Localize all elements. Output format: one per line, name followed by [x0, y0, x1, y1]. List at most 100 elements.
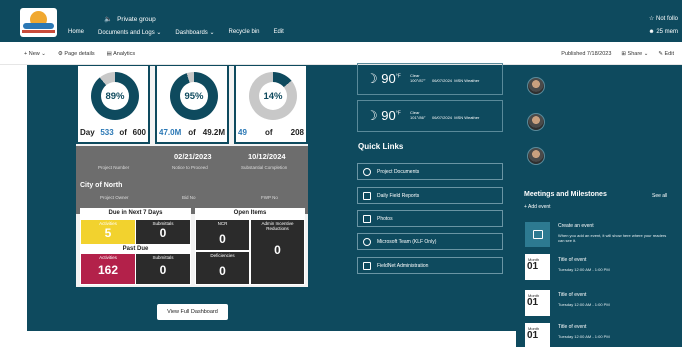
kpi-num: 533	[100, 128, 114, 137]
project-info-panel: 02/21/2023 10/12/2024 Project Number Not…	[76, 146, 308, 214]
event-title[interactable]: Title of event	[558, 324, 586, 330]
members-button[interactable]: ☻ 25 mem	[648, 29, 678, 35]
page-details-button[interactable]: ⚙ Page details	[58, 51, 95, 57]
quick-link-label: Microsoft Team (KLF Only)	[377, 238, 437, 245]
event-date: Month 01	[525, 290, 550, 316]
event-day: 01	[527, 330, 539, 341]
project-number-label: Project Number	[98, 165, 130, 170]
command-bar: + New ⌄ ⚙ Page details ▤ Analytics Publi…	[0, 42, 682, 65]
event-date: Month 01	[525, 323, 550, 347]
share-button[interactable]: ⊞ Share ⌄	[621, 51, 648, 57]
open-items-title: Open Items	[233, 210, 267, 216]
avatar[interactable]	[527, 77, 545, 95]
quick-link-project-documents[interactable]: Project Documents	[357, 163, 503, 180]
chart-icon: ▤	[106, 51, 112, 57]
chevron-down-icon: ⌄	[209, 30, 215, 36]
completion-date: 10/12/2024	[248, 152, 286, 161]
chevron-down-icon: ⌄	[41, 51, 46, 57]
fwp-label: FWP No	[261, 195, 278, 200]
published-status: Published 7/18/2023	[561, 51, 612, 57]
calendar-icon	[525, 222, 550, 247]
event-day: 01	[527, 261, 539, 272]
view-full-dashboard-button[interactable]: View Full Dashboard	[157, 304, 228, 320]
project-dashboard: 89% Day 533 of 600 95% 47.0M of 49.2M 14% 49 o…	[76, 66, 308, 287]
kpi-total: 208	[290, 128, 304, 137]
nav-dashboards-label: Dashboards	[175, 30, 208, 36]
share-label: Share	[627, 51, 643, 57]
new-label: New	[28, 51, 40, 57]
past-due-activities[interactable]: Activities 162	[81, 254, 135, 284]
kpi-percent: 95%	[180, 82, 208, 110]
add-event-button[interactable]: + Add event	[524, 204, 551, 210]
weather-unit: °F	[395, 73, 401, 80]
logo-wave-icon	[23, 23, 54, 29]
avatar[interactable]	[527, 113, 545, 131]
new-button[interactable]: + New ⌄	[24, 51, 46, 57]
nav-edit[interactable]: Edit	[274, 29, 284, 36]
site-nav: Home Documents and Logs ⌄ Dashboards ⌄ R…	[68, 29, 284, 36]
weather-range: 101°/86°	[410, 115, 426, 120]
weather-card[interactable]: ☽ 90°F Clear 101°/86° 06/07/2024 MSN Weat…	[357, 100, 503, 132]
person-icon: ☻	[648, 29, 655, 35]
deficiencies-cell[interactable]: Deficiencies 0	[196, 252, 249, 284]
open-items-panel: Open Items NCR 0 Admin Incentive Reducti…	[195, 208, 305, 285]
quick-links-title: Quick Links	[358, 142, 404, 151]
speaker-icon: 🔈	[104, 16, 113, 23]
see-all-link[interactable]: See all	[652, 193, 667, 199]
progress-ring: 95%	[170, 72, 218, 120]
nav-home[interactable]: Home	[68, 29, 84, 36]
pd-submittals-value: 0	[159, 263, 167, 277]
nav-documents[interactable]: Documents and Logs ⌄	[98, 29, 161, 36]
event-time: Tuesday 12:00 AM - 1:00 PM	[558, 334, 610, 339]
avatar[interactable]	[527, 147, 545, 165]
kpi-percent: 14%	[259, 82, 287, 110]
past-due-submittals[interactable]: Submittals 0	[136, 254, 190, 284]
weather-unit: °F	[395, 110, 401, 117]
follow-label: Not follo	[655, 16, 678, 22]
past-due-title: Past Due	[122, 246, 149, 252]
chevron-down-icon: ⌄	[156, 30, 162, 36]
kpi-total: 600	[132, 128, 146, 137]
share-icon: ⊞	[621, 51, 627, 57]
event-title[interactable]: Title of event	[558, 292, 586, 298]
follow-button[interactable]: ☆ Not follo	[649, 15, 678, 22]
admin-incentive-cell[interactable]: Admin Incentive Reductions 0	[251, 220, 304, 284]
weather-date: 06/07/2024	[432, 115, 453, 120]
weather-card[interactable]: ☽ 90°F Clear 100°/87° 06/07/2024 MSN Weat…	[357, 63, 503, 95]
edit-button[interactable]: ✎ Edit	[658, 51, 674, 57]
quick-link-microsoft-team[interactable]: Microsoft Team (KLF Only)	[357, 233, 503, 250]
progress-ring: 14%	[249, 72, 297, 120]
group-privacy: 🔈 Private group	[104, 15, 156, 24]
site-logo[interactable]	[20, 8, 57, 37]
weather-temp: 90	[381, 71, 396, 86]
weather-source: MSN Weather	[454, 78, 480, 83]
pd-activities-value: 162	[97, 263, 119, 277]
nav-dashboards[interactable]: Dashboards ⌄	[175, 29, 214, 36]
deficiencies-value: 0	[219, 264, 226, 278]
moon-icon: ☽	[366, 108, 378, 123]
quick-link-fieldnet-admin[interactable]: FieldNet Administration	[357, 257, 503, 274]
quick-link-daily-field-reports[interactable]: Daily Field Reports	[357, 187, 503, 204]
event-title[interactable]: Title of event	[558, 257, 586, 263]
edit-label: Edit	[664, 51, 674, 57]
globe-icon	[363, 237, 371, 246]
bid-label: Bid No	[182, 195, 196, 200]
owner-label: Project Owner	[100, 195, 129, 200]
weather-date: 06/07/2024	[432, 78, 453, 83]
analytics-button[interactable]: ▤ Analytics	[107, 51, 135, 57]
submittals-due[interactable]: Submittals 0	[136, 220, 190, 244]
star-icon: ☆	[648, 16, 655, 22]
nav-recycle-bin[interactable]: Recycle bin	[228, 29, 259, 36]
globe-icon	[363, 167, 371, 176]
nav-documents-label: Documents and Logs	[98, 30, 155, 36]
weather-range: 100°/87°	[410, 78, 426, 83]
kpi-num: 49	[238, 128, 247, 137]
admin-value: 0	[274, 243, 281, 257]
quick-link-photos[interactable]: Photos	[357, 210, 503, 227]
activities-due[interactable]: Activities 5	[81, 220, 135, 244]
kpi-num: 47.0M	[159, 128, 182, 137]
event-time: Tuesday 12:00 AM - 1:00 PM	[558, 302, 610, 307]
ncr-cell[interactable]: NCR 0	[196, 220, 249, 250]
kpi-of: of	[119, 128, 127, 137]
progress-ring: 89%	[91, 72, 139, 120]
